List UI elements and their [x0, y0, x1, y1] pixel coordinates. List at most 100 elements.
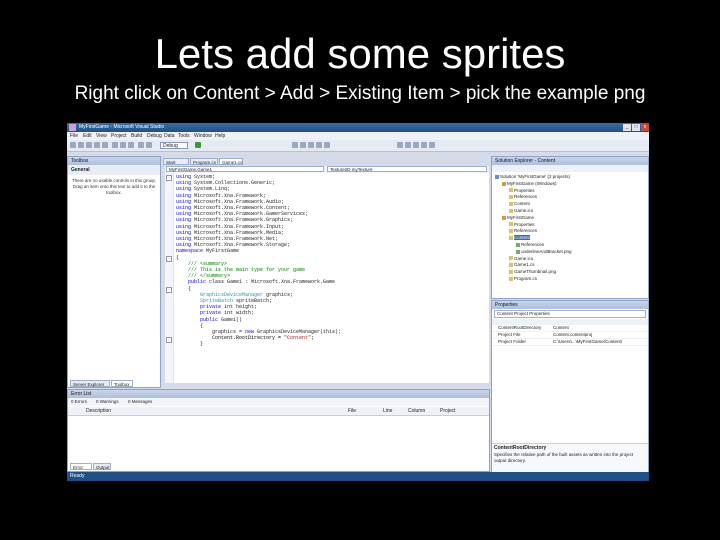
tab-error-list[interactable]: Error List [70, 463, 92, 477]
tree-node-icon [509, 263, 513, 268]
bookmark-icon[interactable] [429, 142, 435, 148]
find-icon[interactable] [292, 142, 298, 148]
collapse-icon[interactable]: - [166, 256, 172, 262]
solution-tree-item[interactable]: Content [509, 201, 530, 206]
solution-tree-item[interactable]: Content [509, 235, 530, 241]
tab-server-explorer[interactable]: Server Explorer [70, 380, 110, 387]
solution-explorer-icon[interactable] [308, 142, 314, 148]
code-editor[interactable]: - - - - using System; using System.Collec… [165, 173, 489, 383]
save-all-icon[interactable] [102, 142, 108, 148]
undo-icon[interactable] [138, 142, 144, 148]
find-in-files-icon[interactable] [300, 142, 306, 148]
column-description[interactable]: Description [86, 408, 111, 414]
tab-start-page[interactable]: Start Page [163, 158, 189, 172]
property-row[interactable]: ContentRootDirectory Content [492, 325, 648, 332]
toolbox-group-general[interactable]: General [68, 165, 160, 175]
solution-tree-item[interactable]: Game1.cs [509, 262, 535, 267]
code-line: } [176, 341, 204, 348]
save-icon[interactable] [94, 142, 100, 148]
maximize-icon[interactable]: □ [632, 124, 640, 131]
outdent-icon[interactable] [421, 142, 427, 148]
window-title: MyFirstGame - Microsoft Visual Studio [79, 124, 165, 130]
solution-explorer-toolbar [492, 165, 648, 172]
code-line: public class Game1 : Microsoft.Xna.Frame… [188, 279, 336, 286]
paste-icon[interactable] [128, 142, 134, 148]
tab-program-cs[interactable]: Program.cs [190, 158, 218, 165]
menu-project[interactable]: Project [111, 133, 127, 139]
indent-icon[interactable] [413, 142, 419, 148]
uncomment-icon[interactable] [405, 142, 411, 148]
errors-filter[interactable]: 0 Errors [71, 399, 87, 404]
class-dropdown[interactable]: MyFirstGame.Game1 [166, 166, 324, 172]
collapse-icon[interactable]: - [166, 175, 172, 181]
solution-tree-label: Properties [514, 187, 535, 193]
menu-tools[interactable]: Tools [178, 133, 190, 139]
menu-edit[interactable]: Edit [83, 133, 92, 139]
messages-filter[interactable]: 0 Messages [128, 399, 152, 404]
tree-node-icon [509, 188, 513, 193]
column-file[interactable]: File [348, 408, 356, 414]
tab-game1-cs[interactable]: Game1.cs [219, 158, 243, 165]
member-dropdown[interactable]: Texture2D myTexture [327, 166, 487, 172]
toolbox-icon[interactable] [324, 142, 330, 148]
properties-panel: Properties Content Project Properties Co… [491, 300, 649, 472]
collapse-icon[interactable]: - [166, 337, 172, 343]
column-line[interactable]: Line [383, 408, 392, 414]
tree-node-icon [509, 229, 513, 234]
tab-output[interactable]: Output [93, 463, 111, 470]
solution-tree-item[interactable]: Game.ico [509, 208, 533, 213]
solution-tree-item[interactable]: GameThumbnail.png [509, 269, 556, 274]
property-row[interactable]: Project Folder C:\Users\...\MyFirstGame\C… [492, 339, 648, 346]
solution-tree-item[interactable]: Solution 'MyFirstGame' (2 projects) [495, 174, 570, 179]
solution-tree-item[interactable]: MyFirstGame [502, 215, 534, 220]
column-project[interactable]: Project [440, 408, 456, 414]
menu-data[interactable]: Data [164, 133, 175, 139]
column-column[interactable]: Column [408, 408, 425, 414]
menu-window[interactable]: Window [194, 133, 212, 139]
solution-tree-item[interactable]: References [509, 228, 537, 233]
property-value: C:\Users\...\MyFirstGame\Content\ [553, 339, 623, 344]
close-icon[interactable]: x [641, 124, 649, 131]
menu-help[interactable]: Help [215, 133, 225, 139]
error-list-panel: Error List 0 Errors 0 Warnings 0 Message… [67, 389, 490, 477]
property-row[interactable]: Project File Content.contentproj [492, 332, 648, 339]
solution-tree-item[interactable]: MyFirstGame (Windows) [502, 181, 557, 186]
properties-icon[interactable] [316, 142, 322, 148]
solution-config-select[interactable]: Debug [160, 142, 188, 149]
property-name: Project File [498, 332, 521, 337]
solution-tree-item[interactable]: Properties [509, 222, 535, 227]
properties-object-selector[interactable]: Content Project Properties [494, 310, 646, 318]
vs-screenshot: MyFirstGame - Microsoft Visual Studio _ … [67, 123, 649, 481]
minimize-icon[interactable]: _ [623, 124, 631, 131]
slide-subtitle: Right click on Content > Add > Existing … [74, 83, 646, 104]
menu-view[interactable]: View [96, 133, 107, 139]
solution-tree-item[interactable]: References [509, 194, 537, 199]
menu-file[interactable]: File [70, 133, 78, 139]
comment-icon[interactable] [397, 142, 403, 148]
open-icon[interactable] [86, 142, 92, 148]
start-debugging-icon[interactable] [195, 142, 201, 148]
collapse-icon[interactable]: - [166, 287, 172, 293]
new-project-icon[interactable] [70, 142, 76, 148]
solution-tree-label: MyFirstGame (Windows) [507, 180, 557, 186]
solution-tree-item[interactable]: Game.ico [509, 256, 533, 261]
solution-tree-item[interactable]: Properties [509, 188, 535, 193]
tree-node-icon [516, 249, 520, 254]
add-item-icon[interactable] [78, 142, 84, 148]
tree-node-icon [495, 174, 499, 179]
copy-icon[interactable] [120, 142, 126, 148]
solution-tree-label: Game1.cs [514, 262, 535, 268]
menu-debug[interactable]: Debug [147, 133, 162, 139]
error-list-columns: Description File Line Column Project [68, 407, 489, 416]
solution-tree-item[interactable]: underlineAndBracket.png [516, 249, 572, 254]
solution-tree-label: Solution 'MyFirstGame' (2 projects) [500, 174, 570, 179]
tree-node-icon [502, 181, 506, 186]
menu-build[interactable]: Build [131, 133, 142, 139]
tab-toolbox[interactable]: Toolbox [111, 380, 133, 387]
properties-header: Properties [492, 301, 648, 309]
warnings-filter[interactable]: 0 Warnings [96, 399, 119, 404]
cut-icon[interactable] [112, 142, 118, 148]
solution-tree-item[interactable]: Program.cs [509, 276, 537, 281]
redo-icon[interactable] [146, 142, 152, 148]
solution-tree-item[interactable]: References [516, 242, 544, 247]
